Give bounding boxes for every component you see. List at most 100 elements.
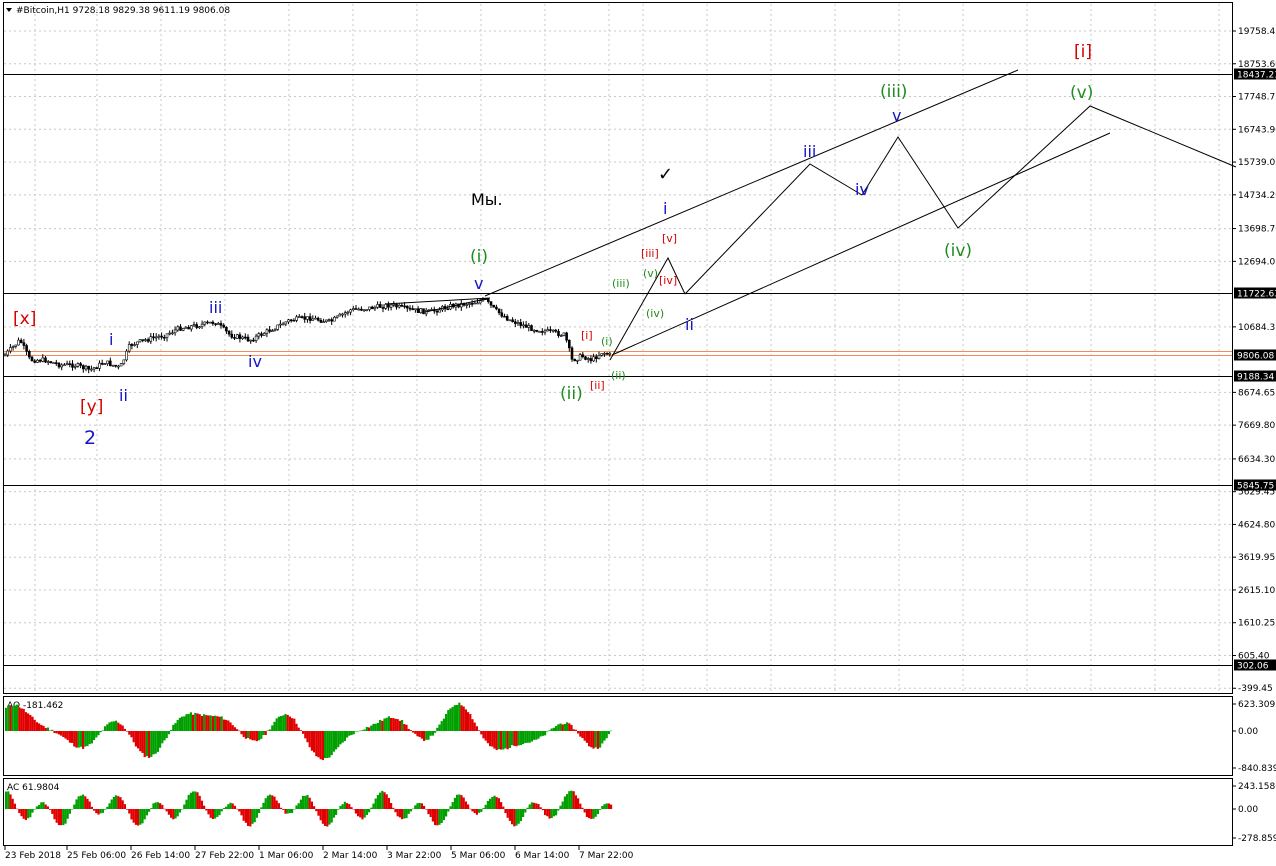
candle-body xyxy=(217,323,220,325)
histogram-bar xyxy=(429,809,432,818)
candle-body xyxy=(63,364,66,367)
histogram-bar xyxy=(121,725,124,731)
histogram-bar xyxy=(363,729,366,731)
histogram-bar xyxy=(471,809,474,812)
histogram-bar xyxy=(187,794,190,809)
candle-body xyxy=(138,339,142,343)
wave-label: (ii) xyxy=(611,369,626,382)
histogram-bar xyxy=(192,791,195,809)
histogram-bar xyxy=(414,805,417,809)
histogram-bar xyxy=(447,809,450,812)
candle-body xyxy=(230,333,234,338)
candle-body xyxy=(114,364,117,367)
histogram-bar xyxy=(495,797,498,809)
price-tick-label: 17748.75 xyxy=(1238,93,1276,103)
histogram-bar xyxy=(306,731,309,743)
histogram-bar xyxy=(200,800,203,809)
time-label: 1 Mar 06:00 xyxy=(259,851,314,861)
candle-body xyxy=(246,336,250,342)
histogram-bar xyxy=(550,809,553,819)
histogram-bar xyxy=(544,809,547,816)
histogram-bar xyxy=(585,731,588,743)
histogram-bar xyxy=(354,809,357,814)
histogram-bar xyxy=(407,809,410,814)
histogram-bar xyxy=(357,730,360,732)
histogram-bar xyxy=(317,731,320,758)
candle-body xyxy=(9,347,12,352)
histogram-bar xyxy=(214,809,217,819)
histogram-bar xyxy=(156,731,159,752)
histogram-bar xyxy=(442,718,445,731)
wave-label: iii xyxy=(803,142,816,161)
histogram-bar xyxy=(308,797,311,809)
histogram-bar xyxy=(229,802,232,809)
price-axis[interactable]: 19758.45 18753.60 17748.75 16743.90 15739.05… xyxy=(1232,27,1276,694)
histogram-bar xyxy=(495,731,498,751)
histogram-bar xyxy=(189,712,192,731)
wave-label: [i] xyxy=(581,329,593,342)
histogram-bar xyxy=(68,809,71,814)
histogram-bar xyxy=(596,809,599,815)
histogram-bar xyxy=(86,731,89,747)
histogram-bar xyxy=(506,731,509,750)
ac-axis: 243.1586 0.00 -278.8593 xyxy=(1232,782,1276,844)
candle-body xyxy=(573,358,577,362)
ao-tick-label: 0.00 xyxy=(1238,727,1258,737)
histogram-bar xyxy=(548,730,551,731)
candle-body xyxy=(84,365,88,370)
histogram-bar xyxy=(467,804,470,809)
histogram-bar xyxy=(231,725,234,731)
histogram-bar xyxy=(436,809,439,826)
histogram-bar xyxy=(82,731,85,749)
histogram-bar xyxy=(218,809,221,816)
candle-body xyxy=(395,304,398,308)
histogram-bar xyxy=(277,716,280,731)
histogram-bar xyxy=(132,809,135,823)
time-axis[interactable]: 23 Feb 2018 25 Feb 06:00 26 Feb 14:00 27 Fe… xyxy=(4,846,634,861)
histogram-bar xyxy=(462,797,465,809)
candle-body xyxy=(17,339,20,346)
histogram-bar xyxy=(539,807,542,809)
histogram-bar xyxy=(403,723,406,731)
candle-body xyxy=(136,341,139,345)
trading-chart[interactable]: #Bitcoin,H1 9728.18 9829.38 9611.19 9806… xyxy=(0,0,1276,866)
histogram-bar xyxy=(398,720,401,731)
histogram-bar xyxy=(566,722,569,731)
histogram-bar xyxy=(332,731,335,752)
histogram-bar xyxy=(304,731,307,739)
histogram-bar xyxy=(293,718,296,731)
histogram-bar xyxy=(396,719,399,731)
candle-body xyxy=(222,325,225,328)
histogram-bar xyxy=(62,809,65,826)
histogram-bar xyxy=(220,716,223,731)
histogram-bar xyxy=(550,728,553,731)
histogram-bar xyxy=(284,713,287,731)
histogram-bar xyxy=(502,806,505,809)
histogram-bar xyxy=(196,792,199,809)
histogram-bar xyxy=(198,714,201,731)
histogram-bar xyxy=(104,726,107,731)
chart-title-bar[interactable]: #Bitcoin,H1 9728.18 9829.38 9611.19 9806… xyxy=(6,6,230,16)
histogram-bar xyxy=(88,801,91,809)
histogram-bar xyxy=(152,803,155,809)
price-tick-label: 15739.05 xyxy=(1238,158,1276,168)
candle-body xyxy=(184,326,188,329)
histogram-bar xyxy=(449,708,452,731)
histogram-bar xyxy=(352,809,355,810)
histogram-bar xyxy=(456,794,459,809)
candle-body xyxy=(508,319,512,322)
time-label: 5 Mar 06:00 xyxy=(451,851,506,861)
histogram-bar xyxy=(244,731,247,739)
histogram-bar xyxy=(33,719,36,731)
candle-body xyxy=(438,309,442,313)
histogram-bar xyxy=(427,731,430,740)
histogram-bar xyxy=(524,731,527,744)
candle-body xyxy=(368,306,371,310)
histogram-bar xyxy=(165,809,168,812)
price-tick-label: 10684.35 xyxy=(1238,323,1276,333)
candle-body xyxy=(152,336,155,339)
histogram-bar xyxy=(141,809,144,824)
histogram-bar xyxy=(306,795,309,809)
candle-body xyxy=(125,350,128,361)
candle-body xyxy=(141,339,144,341)
